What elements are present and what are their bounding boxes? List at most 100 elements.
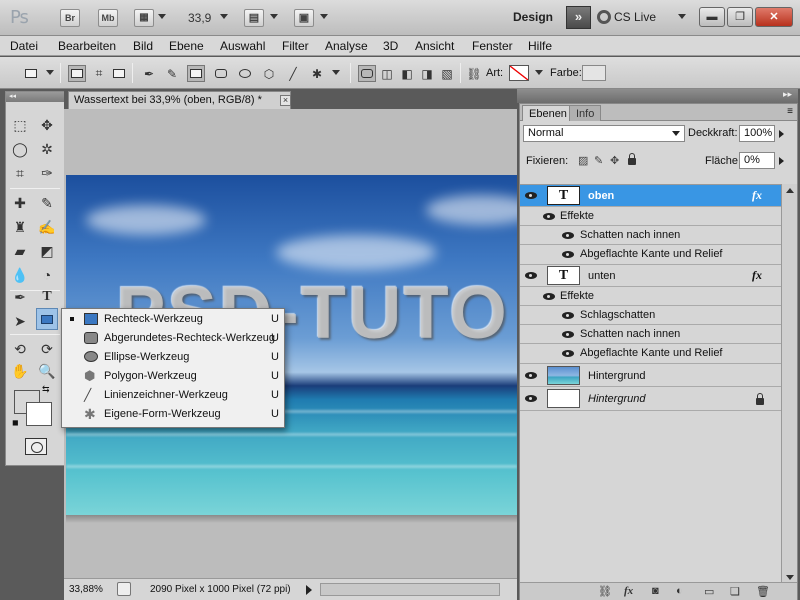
3d-orbit-tool-icon[interactable]: ⟳	[36, 338, 58, 360]
arrange-documents-icon[interactable]: ▤	[244, 9, 264, 27]
type-tool-icon[interactable]: T	[36, 286, 58, 308]
chevron-down-icon[interactable]	[270, 14, 278, 19]
status-info-icon[interactable]	[117, 582, 131, 596]
link-layers-icon[interactable]: ⛓	[598, 585, 612, 598]
lock-transparent-icon[interactable]: ▨	[578, 154, 588, 167]
flyout-item-custom-shape[interactable]: ✱ Eigene-Form-Werkzeug U	[62, 405, 284, 424]
chevron-down-icon[interactable]	[158, 14, 166, 19]
visibility-eye-icon[interactable]	[562, 331, 574, 338]
path-selection-tool-icon[interactable]: ➤	[9, 310, 31, 332]
scroll-up-icon[interactable]	[786, 188, 794, 193]
visibility-eye-icon[interactable]	[562, 312, 574, 319]
folder-icon[interactable]: ▭	[704, 585, 714, 598]
menu-filter[interactable]: Filter	[282, 39, 309, 53]
zoom-tool-icon[interactable]: 🔍	[36, 360, 58, 382]
visibility-eye-icon[interactable]	[562, 232, 574, 239]
tool-preset-icon[interactable]	[22, 65, 40, 82]
menu-auswahl[interactable]: Auswahl	[220, 39, 265, 53]
status-menu-arrow-icon[interactable]	[306, 585, 312, 595]
workspace-more-button[interactable]: »	[566, 6, 591, 29]
chevron-down-icon[interactable]	[46, 70, 54, 75]
chevron-down-icon[interactable]	[320, 14, 328, 19]
new-shape-layer-icon[interactable]	[358, 65, 376, 82]
flyout-item-ellipse[interactable]: Ellipse-Werkzeug U	[62, 348, 284, 367]
effect-row[interactable]: Abgeflachte Kante und Relief	[520, 245, 781, 265]
scroll-down-icon[interactable]	[786, 575, 794, 580]
eraser-tool-icon[interactable]: ▰	[9, 240, 31, 262]
flyout-item-rectangle[interactable]: Rechteck-Werkzeug U	[62, 310, 284, 329]
brush-tool-icon[interactable]: ✎	[36, 192, 58, 214]
screen-mode-icon[interactable]: ▣	[294, 9, 314, 27]
blend-mode-select[interactable]: Normal	[523, 125, 685, 142]
flyout-item-polygon[interactable]: ⬢ Polygon-Werkzeug U	[62, 367, 284, 386]
adjustment-icon[interactable]: ◐	[676, 585, 683, 597]
layers-scrollbar[interactable]	[781, 184, 797, 584]
move-tool-icon[interactable]: ✥	[36, 114, 58, 136]
rectangle-icon[interactable]	[187, 65, 205, 82]
visibility-eye-icon[interactable]	[543, 213, 555, 220]
eyedropper-tool-icon[interactable]: ✑	[36, 162, 58, 184]
workspace-label[interactable]: Design	[513, 10, 553, 24]
menu-ebene[interactable]: Ebene	[169, 39, 204, 53]
visibility-eye-icon[interactable]	[562, 350, 574, 357]
effect-row[interactable]: Schatten nach innen	[520, 226, 781, 245]
swap-colors-icon[interactable]: ⇆	[42, 384, 50, 395]
menu-3d[interactable]: 3D	[383, 39, 398, 53]
layer-row-hintergrund-image[interactable]: Hintergrund	[520, 364, 781, 387]
effect-row[interactable]: Schatten nach innen	[520, 325, 781, 344]
style-swatch[interactable]	[509, 65, 529, 81]
freeform-pen-icon[interactable]: ✎	[163, 65, 181, 82]
link-icon[interactable]: ⛓	[465, 65, 483, 82]
bridge-button[interactable]: Br	[60, 9, 80, 27]
subtract-shape-icon[interactable]: ◧	[398, 65, 416, 82]
layer-name[interactable]: unten	[588, 270, 616, 282]
layer-name[interactable]: Hintergrund	[588, 393, 645, 405]
visibility-eye-icon[interactable]	[525, 372, 537, 379]
chevron-down-icon[interactable]	[220, 14, 228, 19]
magic-wand-tool-icon[interactable]: ✲	[36, 138, 58, 160]
quick-mask-icon[interactable]	[25, 438, 47, 455]
effect-row[interactable]: Abgeflachte Kante und Relief	[520, 344, 781, 364]
fx-icon[interactable]: fx	[752, 268, 762, 283]
status-zoom[interactable]: 33,88%	[69, 584, 103, 595]
cs-live-button[interactable]: CS Live	[614, 10, 656, 24]
pen-tool-icon[interactable]: ✒	[140, 65, 158, 82]
flyout-item-line[interactable]: ╱ Linienzeichner-Werkzeug U	[62, 386, 284, 405]
menu-hilfe[interactable]: Hilfe	[528, 39, 552, 53]
custom-shape-icon[interactable]: ✱	[308, 65, 326, 82]
effects-row[interactable]: Effekte	[520, 287, 781, 306]
fill-slider-arrow-icon[interactable]	[779, 157, 784, 165]
default-colors-icon[interactable]: ◼	[12, 418, 19, 427]
crop-tool-icon[interactable]: ⌗	[9, 162, 31, 184]
opacity-slider-arrow-icon[interactable]	[779, 130, 784, 138]
intersect-shape-icon[interactable]: ◨	[418, 65, 436, 82]
marquee-tool-icon[interactable]: ⬚	[9, 114, 31, 136]
line-icon[interactable]: ╱	[284, 65, 302, 82]
visibility-eye-icon[interactable]	[525, 272, 537, 279]
menu-analyse[interactable]: Analyse	[325, 39, 368, 53]
chevron-down-icon[interactable]	[678, 14, 686, 19]
menu-datei[interactable]: Datei	[10, 39, 38, 53]
opacity-field[interactable]: 100%	[739, 125, 775, 142]
panel-expand-icon[interactable]: ▸▸	[783, 89, 792, 100]
exclude-overlap-icon[interactable]: ▧	[438, 65, 456, 82]
flyout-item-rounded-rectangle[interactable]: Abgerundetes-Rechteck-Werkzeug U	[62, 329, 284, 348]
lasso-tool-icon[interactable]: ◯	[9, 138, 31, 160]
visibility-eye-icon[interactable]	[543, 293, 555, 300]
rectangle-tool-icon[interactable]	[36, 308, 58, 330]
effects-row[interactable]: Effekte	[520, 207, 781, 226]
tab-ebenen[interactable]: Ebenen	[522, 105, 574, 121]
fx-icon[interactable]: fx	[624, 585, 633, 597]
3d-rotate-tool-icon[interactable]: ⟲	[9, 338, 31, 360]
layer-row-hintergrund-base[interactable]: Hintergrund	[520, 387, 781, 411]
layer-row-oben[interactable]: T oben fx	[520, 185, 781, 207]
layer-name[interactable]: Hintergrund	[588, 370, 645, 382]
zoom-level-field[interactable]: 33,9	[188, 11, 211, 25]
layer-row-unten[interactable]: T unten fx	[520, 265, 781, 287]
dodge-tool-icon[interactable]: ◔	[36, 264, 58, 286]
close-tab-icon[interactable]: ×	[280, 95, 291, 106]
menu-ansicht[interactable]: Ansicht	[415, 39, 454, 53]
visibility-eye-icon[interactable]	[525, 192, 537, 199]
close-button[interactable]: ✕	[755, 7, 793, 27]
restore-button[interactable]: ❐	[727, 7, 753, 27]
